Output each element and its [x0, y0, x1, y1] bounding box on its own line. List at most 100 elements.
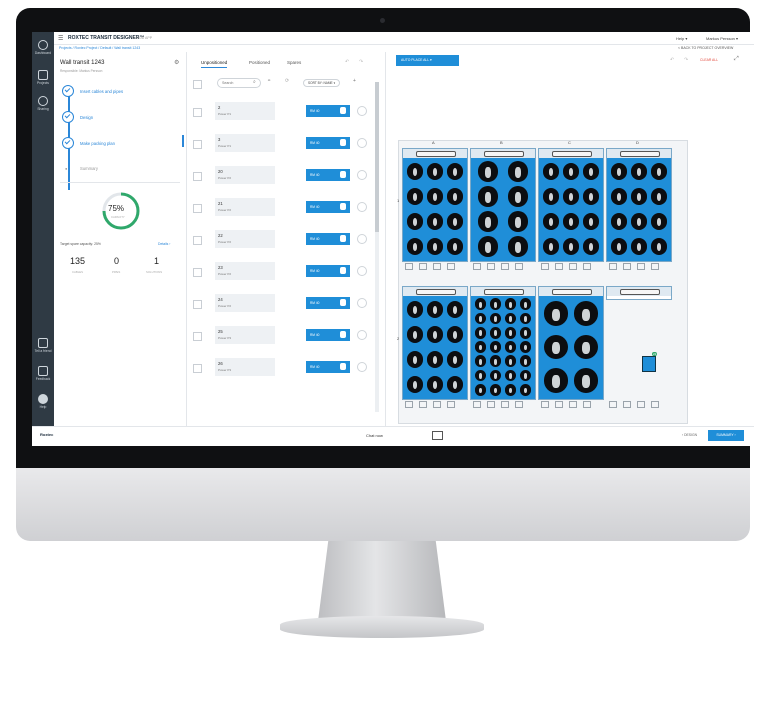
cable-module[interactable] [582, 163, 600, 180]
cable-module[interactable] [562, 163, 580, 180]
cable-module[interactable] [562, 213, 580, 230]
cable-module[interactable] [519, 369, 532, 382]
cable-module[interactable] [406, 351, 424, 368]
step-design[interactable]: Design [80, 115, 93, 120]
cable-module[interactable] [543, 301, 569, 326]
tab-positioned[interactable]: Positioned [249, 60, 270, 65]
delete-icon[interactable] [637, 401, 645, 408]
cable-module[interactable] [507, 236, 529, 257]
module-button[interactable]: RM 40 [306, 169, 350, 181]
cable-module[interactable] [489, 384, 502, 396]
cable-module[interactable] [406, 213, 424, 230]
user-menu[interactable]: Markus Persson ▾ [706, 36, 738, 41]
step-packing[interactable]: Make packing plan [80, 141, 115, 146]
zoom-icon[interactable] [515, 401, 523, 408]
cable-module[interactable] [542, 238, 560, 255]
cable-module[interactable] [562, 238, 580, 255]
delete-icon[interactable] [501, 263, 509, 270]
edit-icon[interactable] [357, 330, 367, 340]
copy-icon[interactable] [541, 401, 549, 408]
cable-module[interactable] [426, 213, 444, 230]
link-icon[interactable]: ⚭ [267, 78, 271, 84]
frame-toolbar[interactable] [606, 400, 662, 408]
cable-module[interactable] [507, 161, 529, 182]
delete-icon[interactable] [569, 263, 577, 270]
edit-icon[interactable] [357, 298, 367, 308]
cable-module[interactable] [446, 163, 464, 180]
zoom-icon[interactable] [515, 263, 523, 270]
cable-module[interactable] [477, 236, 499, 257]
lock-icon[interactable] [487, 401, 495, 408]
cable-module[interactable] [446, 376, 464, 393]
cable-module[interactable] [650, 213, 668, 230]
auto-place-button[interactable]: AUTO PLACE ALL ▾ [396, 55, 459, 66]
cable-module[interactable] [446, 351, 464, 368]
zoom-icon[interactable] [651, 401, 659, 408]
settings-icon[interactable]: ⚙ [174, 59, 179, 66]
row-checkbox[interactable] [193, 268, 202, 277]
cable-module[interactable] [519, 341, 532, 353]
cable-module[interactable] [650, 238, 668, 255]
row-checkbox[interactable] [193, 140, 202, 149]
table-row[interactable]: 3 Power P1 RM 40 [193, 134, 371, 156]
tab-unpositioned[interactable]: Unpositioned [201, 60, 228, 68]
cable-module[interactable] [519, 326, 532, 339]
table-row[interactable]: 22 Power P2 RM 40 [193, 230, 371, 252]
delete-icon[interactable] [501, 401, 509, 408]
cable-module[interactable] [573, 301, 599, 326]
delete-icon[interactable] [637, 263, 645, 270]
module-button[interactable]: RM 40 [306, 137, 350, 149]
copy-icon[interactable] [473, 401, 481, 408]
cable-module[interactable] [489, 312, 502, 325]
cable-module[interactable] [426, 326, 444, 343]
lock-icon[interactable] [623, 263, 631, 270]
cable-module[interactable] [507, 186, 529, 207]
step-summary[interactable]: Summary [80, 166, 98, 171]
cable-module[interactable] [446, 188, 464, 205]
module-button[interactable]: RM 40 [306, 265, 350, 277]
sidebar-item-feedback[interactable]: Feedback [32, 366, 54, 381]
cable-module[interactable] [406, 301, 424, 318]
frame-toolbar[interactable] [402, 400, 458, 408]
cable-module[interactable] [519, 312, 532, 325]
module-button[interactable]: RM 40 [306, 201, 350, 213]
cable-module[interactable] [504, 326, 517, 339]
cable-module[interactable] [504, 355, 517, 368]
table-row[interactable]: 23 Power P2 RM 40 [193, 262, 371, 284]
cable-module[interactable] [406, 163, 424, 180]
tab-spares[interactable]: Spares [287, 60, 301, 65]
cable-module[interactable] [489, 341, 502, 353]
cable-module[interactable] [630, 163, 648, 180]
chat-window-icon[interactable] [432, 431, 443, 440]
module-button[interactable]: RM 40 [306, 105, 350, 117]
placed-module[interactable] [642, 356, 656, 372]
frame-toolbar[interactable] [470, 262, 526, 270]
details-link[interactable]: Details › [158, 242, 170, 246]
cable-module[interactable] [426, 188, 444, 205]
cable-module[interactable] [504, 341, 517, 353]
cable-module[interactable] [650, 163, 668, 180]
summary-button[interactable]: SUMMARY › [708, 430, 744, 441]
delete-icon[interactable] [569, 401, 577, 408]
row-checkbox[interactable] [193, 236, 202, 245]
table-row[interactable]: 21 Power P2 RM 40 [193, 198, 371, 220]
cable-module[interactable] [542, 213, 560, 230]
cable-module[interactable] [519, 384, 532, 396]
edit-icon[interactable] [357, 362, 367, 372]
edit-icon[interactable] [357, 266, 367, 276]
lock-icon[interactable] [623, 401, 631, 408]
copy-icon[interactable] [609, 263, 617, 270]
delete-icon[interactable] [433, 263, 441, 270]
select-all-checkbox[interactable] [193, 80, 202, 89]
cable-module[interactable] [406, 326, 424, 343]
cable-module[interactable] [582, 238, 600, 255]
undo-icon[interactable]: ↶ [345, 59, 349, 65]
cable-module[interactable] [406, 188, 424, 205]
sidebar-item-sharing[interactable]: Sharing [32, 96, 54, 111]
cable-module[interactable] [630, 188, 648, 205]
copy-icon[interactable] [541, 263, 549, 270]
cable-module[interactable] [610, 188, 628, 205]
zoom-icon[interactable] [583, 263, 591, 270]
row-checkbox[interactable] [193, 204, 202, 213]
copy-icon[interactable] [405, 263, 413, 270]
